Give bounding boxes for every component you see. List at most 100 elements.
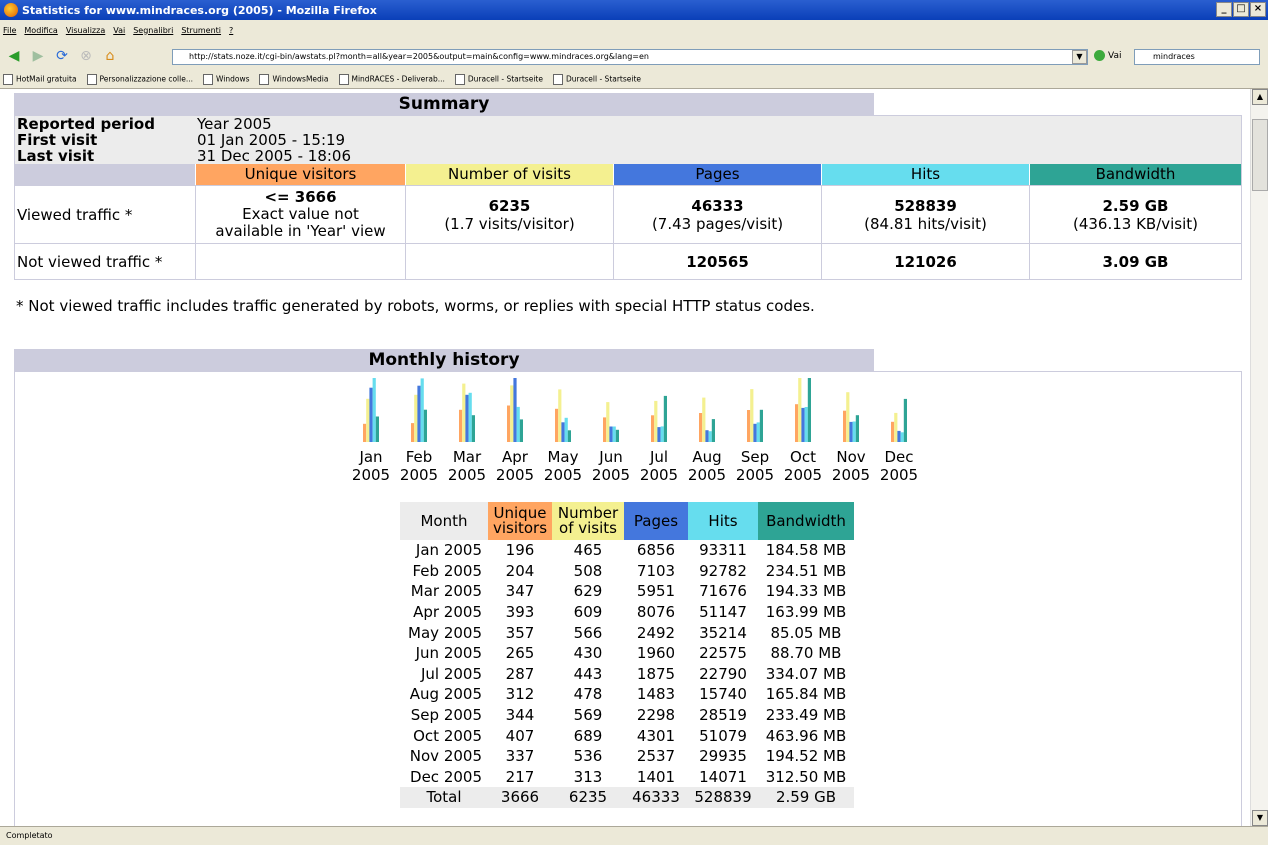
bar-dec-hits: [900, 432, 904, 442]
bar-dec-unique-visitors: [891, 421, 895, 442]
table-row: Mar 2005 347 629 5951 71676 194.33 MB: [400, 581, 854, 602]
bookmark-item[interactable]: Duracell - Startseite: [455, 74, 543, 85]
viewed-pages-note: (7.43 pages/visit): [651, 214, 784, 233]
bar-jun-hits: [612, 426, 616, 442]
viewed-unique-value: <= 3666: [264, 188, 337, 206]
url-input[interactable]: http://stats.noze.it/cgi-bin/awstats.pl?…: [172, 49, 1088, 65]
menu-vai[interactable]: Vai: [113, 26, 125, 35]
reported-period-label: Reported period: [17, 115, 155, 133]
not-viewed-pages-value: 120565: [614, 244, 822, 279]
menu-help[interactable]: ?: [229, 26, 233, 35]
go-button[interactable]: Vai: [1094, 50, 1121, 61]
col-bandwidth: Bandwidth: [758, 502, 854, 540]
viewed-pages-value: 46333: [691, 196, 744, 215]
bandwidth-cell: 334.07 MB: [765, 664, 847, 683]
bar-nov-hits: [852, 421, 856, 442]
visits-cell: 313: [573, 767, 603, 786]
search-input[interactable]: mindraces: [1134, 49, 1260, 65]
bar-dec-bandwidth: [903, 398, 907, 442]
table-row: May 2005 357 566 2492 35214 85.05 MB: [400, 622, 854, 643]
menu-strumenti[interactable]: Strumenti: [181, 26, 221, 35]
viewed-traffic-row: Viewed traffic * <= 3666 Exact value not…: [15, 185, 1241, 243]
back-icon[interactable]: ◀: [4, 46, 24, 66]
stop-icon[interactable]: ⊗: [76, 46, 96, 66]
hits-cell: 29935: [699, 747, 747, 766]
menu-visualizza[interactable]: Visualizza: [66, 26, 105, 35]
bookmark-item[interactable]: HotMail gratuita: [3, 74, 77, 85]
bar-jul-pages: [657, 427, 661, 442]
scroll-down-button[interactable]: ▼: [1252, 810, 1268, 826]
visits-cell: 478: [573, 685, 603, 704]
unique-cell: 344: [505, 706, 535, 725]
visits-cell: 689: [573, 726, 603, 745]
minimize-button[interactable]: _: [1216, 2, 1232, 17]
year-tick-label: 2005: [400, 466, 438, 484]
bar-may-number-of-visits: [558, 389, 562, 442]
bar-jan-pages: [369, 387, 373, 442]
month-cell: Jan 2005: [415, 541, 482, 560]
go-icon: [1094, 50, 1105, 61]
maximize-button[interactable]: □: [1233, 2, 1249, 17]
table-row: Apr 2005 393 609 8076 51147 163.99 MB: [400, 602, 854, 623]
first-visit-label: First visit: [17, 131, 98, 149]
url-dropdown-button[interactable]: ▼: [1072, 50, 1087, 64]
hits-cell: 14071: [699, 767, 747, 786]
bandwidth-cell: 88.70 MB: [770, 644, 842, 663]
viewed-bandwidth-note: (436.13 KB/visit): [1072, 214, 1199, 233]
unique-cell: 217: [505, 767, 535, 786]
bookmark-item[interactable]: Personalizzazione colle...: [87, 74, 193, 85]
reported-period-value: Year 2005: [197, 115, 272, 133]
year-tick-label: 2005: [688, 466, 726, 484]
visits-cell: 536: [573, 747, 603, 766]
bar-mar-pages: [465, 394, 469, 442]
viewed-unique-note1: Exact value not: [242, 205, 359, 223]
not-viewed-bandwidth-value: 3.09 GB: [1102, 252, 1169, 271]
visits-cell: 629: [573, 582, 603, 601]
month-cell: Sep 2005: [410, 706, 482, 725]
go-label: Vai: [1108, 50, 1122, 61]
bar-aug-hits: [708, 431, 712, 442]
bar-feb-bandwidth: [423, 409, 427, 442]
menu-segnalibri[interactable]: Segnalibri: [133, 26, 173, 35]
bookmark-item[interactable]: Windows: [203, 74, 249, 85]
year-tick-label: 2005: [448, 466, 486, 484]
vertical-scrollbar[interactable]: ▲ ▼: [1250, 89, 1268, 826]
bookmark-item[interactable]: WindowsMedia: [259, 74, 328, 85]
hits-cell: 22790: [699, 664, 747, 683]
bar-jun-bandwidth: [615, 429, 619, 442]
menu-file[interactable]: File: [3, 26, 16, 35]
scroll-thumb[interactable]: [1252, 119, 1268, 191]
bar-jun-pages: [609, 426, 613, 442]
bar-jul-hits: [660, 426, 664, 442]
bandwidth-cell: 165.84 MB: [765, 685, 847, 704]
scroll-up-button[interactable]: ▲: [1252, 89, 1268, 105]
bar-jul-bandwidth: [663, 395, 667, 442]
bar-aug-number-of-visits: [702, 397, 706, 442]
col-bandwidth: Bandwidth: [1030, 164, 1241, 185]
monthly-history-panel: Jan 2005 Feb 2005 Mar 2005 Apr 2005 May 2005 Jun 20…: [14, 371, 1242, 826]
bar-nov-pages: [849, 421, 853, 442]
reload-icon[interactable]: ⟳: [52, 46, 72, 66]
visits-cell: 569: [573, 706, 603, 725]
close-button[interactable]: ×: [1250, 2, 1266, 17]
home-icon[interactable]: ⌂: [100, 46, 120, 66]
bookmark-item[interactable]: MindRACES - Deliverab...: [339, 74, 445, 85]
forward-icon[interactable]: ▶: [28, 46, 48, 66]
bar-sep-unique-visitors: [747, 410, 751, 442]
bookmark-item[interactable]: Duracell - Startseite: [553, 74, 641, 85]
total-label-cell: Total: [400, 787, 488, 808]
table-row: Feb 2005 204 508 7103 92782 234.51 MB: [400, 561, 854, 582]
bar-may-pages: [561, 422, 565, 442]
bar-nov-unique-visitors: [843, 410, 847, 442]
menu-modifica[interactable]: Modifica: [24, 26, 57, 35]
bar-jun-number-of-visits: [606, 402, 610, 442]
not-viewed-hits-value: 121026: [822, 244, 1030, 279]
year-tick-label: 2005: [784, 466, 822, 484]
month-tick-label: Sep: [741, 448, 769, 466]
bandwidth-cell: 85.05 MB: [770, 623, 842, 642]
not-viewed-traffic-label: Not viewed traffic *: [15, 244, 196, 279]
month-cell: Apr 2005: [413, 603, 482, 622]
month-cell: Mar 2005: [410, 582, 482, 601]
unique-cell: 196: [505, 541, 535, 560]
pages-cell: 1875: [636, 664, 676, 683]
